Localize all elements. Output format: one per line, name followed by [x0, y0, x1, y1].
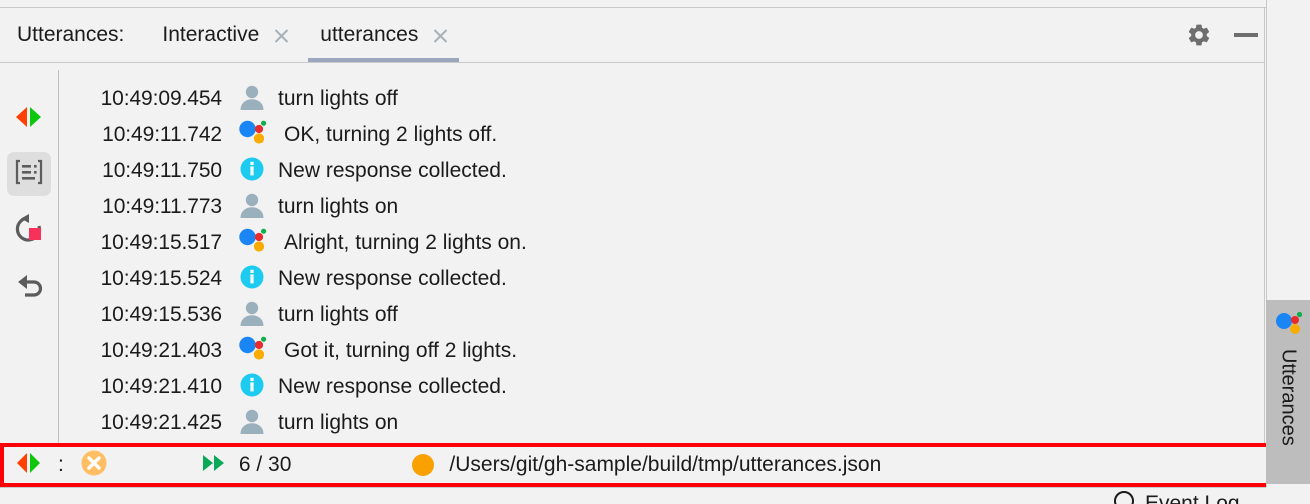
- undo-arrow-icon: [13, 270, 45, 305]
- log-row-timestamp: 10:49:09.454: [100, 87, 223, 110]
- log-row-timestamp: 10:49:11.742: [102, 123, 222, 146]
- utterances-tool-window: Utterances: Interactive utterances 10:49…: [0, 0, 1310, 504]
- log-row-icon: [237, 264, 267, 295]
- log-row-icon: [237, 408, 267, 439]
- minimize-icon[interactable]: [1234, 33, 1258, 37]
- rerun-with-stop-icon: [13, 213, 45, 249]
- log-row[interactable]: 10:49:21.403 Got it, turning off 2 light…: [59, 333, 1265, 369]
- assistant-icon: [237, 227, 267, 260]
- show-console-button[interactable]: [7, 152, 51, 196]
- bottom-status-strip: Event Log: [0, 487, 1310, 504]
- status-nav-segment[interactable]: :: [14, 449, 108, 482]
- status-progress-label: 6 / 30: [238, 453, 292, 476]
- log-row[interactable]: 10:49:21.410 New response collected.: [59, 369, 1265, 405]
- log-row-icon: [237, 84, 267, 115]
- status-separator: :: [58, 453, 64, 476]
- info-icon: [239, 156, 265, 187]
- sidebar-item-utterances[interactable]: Utterances: [1266, 300, 1310, 484]
- log-row[interactable]: 10:49:15.536 turn lights off: [59, 297, 1265, 333]
- log-row-timestamp: 10:49:11.773: [102, 195, 222, 218]
- info-icon: [239, 264, 265, 295]
- log-row-message: New response collected.: [278, 267, 507, 290]
- log-row-timestamp: 10:49:15.524: [100, 267, 223, 290]
- info-icon: [239, 372, 265, 403]
- log-row-icon: [237, 192, 267, 223]
- log-row-timestamp: 10:49:21.403: [100, 339, 223, 362]
- person-icon: [238, 84, 266, 115]
- log-row-timestamp: 10:49:21.425: [100, 411, 223, 434]
- log-row-message: turn lights off: [278, 87, 398, 110]
- person-icon: [238, 408, 266, 439]
- log-row-timestamp: 10:49:21.410: [100, 375, 223, 398]
- log-row-message: turn lights on: [278, 411, 399, 434]
- utterance-log-list[interactable]: 10:49:09.454 turn lights off 10:49:11.742…: [59, 63, 1265, 444]
- status-file-segment[interactable]: /Users/git/gh-sample/build/tmp/utterance…: [412, 453, 881, 477]
- right-tool-sidebar: Utterances: [1266, 0, 1310, 504]
- bottom-divider: [0, 487, 1266, 488]
- log-row-timestamp: 10:49:15.517: [100, 231, 223, 254]
- person-icon: [238, 192, 266, 223]
- log-row[interactable]: 10:49:09.454 turn lights off: [59, 81, 1265, 117]
- status-file-path: /Users/git/gh-sample/build/tmp/utterance…: [449, 453, 882, 476]
- log-right-divider: [1264, 63, 1265, 444]
- status-progress-segment[interactable]: 6 / 30: [199, 452, 292, 479]
- close-icon[interactable]: [432, 27, 449, 44]
- log-row-message: New response collected.: [278, 375, 507, 398]
- tab-interactive-label: Interactive: [162, 23, 260, 46]
- left-right-arrows-icon[interactable]: [14, 451, 44, 480]
- tab-bar: Utterances: Interactive utterances: [0, 8, 1265, 62]
- log-row-icon: [237, 372, 267, 403]
- log-row[interactable]: 10:49:11.750 New response collected.: [59, 153, 1265, 189]
- left-toolbar: [0, 63, 58, 444]
- panel-title: Utterances:: [17, 23, 125, 46]
- event-log-button[interactable]: Event Log: [1113, 490, 1240, 504]
- tab-utterances-label: utterances: [320, 23, 419, 46]
- log-row-message: New response collected.: [278, 159, 507, 182]
- log-row[interactable]: 10:49:15.524 New response collected.: [59, 261, 1265, 297]
- status-bar: : 6 / 30 /Users/git/gh-sample/build/tmp/…: [4, 447, 1302, 483]
- tabbar-right-divider: [1264, 8, 1265, 62]
- log-row-message: OK, turning 2 lights off.: [284, 123, 498, 146]
- log-row[interactable]: 10:49:15.517 Alright, turning 2 lights o…: [59, 225, 1265, 261]
- undo-button[interactable]: [7, 265, 51, 309]
- log-row-timestamp: 10:49:11.750: [102, 159, 222, 182]
- log-row-icon: [237, 300, 267, 331]
- close-icon[interactable]: [273, 27, 290, 44]
- circle-outline-icon: [1113, 490, 1135, 504]
- console-list-icon: [14, 158, 44, 191]
- window-buttons: [1186, 8, 1264, 62]
- left-right-arrows-icon: [13, 104, 45, 135]
- orange-dot-icon: [412, 454, 435, 476]
- event-log-label: Event Log: [1145, 491, 1240, 504]
- person-icon: [238, 300, 266, 331]
- log-row-message: Alright, turning 2 lights on.: [284, 231, 527, 254]
- assistant-icon: [237, 335, 267, 368]
- status-bar-highlight: : 6 / 30 /Users/git/gh-sample/build/tmp/…: [0, 443, 1306, 487]
- assistant-icon: [1274, 310, 1303, 341]
- gear-icon[interactable]: [1186, 22, 1212, 48]
- log-row-timestamp: 10:49:15.536: [100, 303, 223, 326]
- log-row[interactable]: 10:49:11.773 turn lights on: [59, 189, 1265, 225]
- sidebar-item-utterances-label: Utterances: [1277, 349, 1300, 446]
- log-row-message: Got it, turning off 2 lights.: [284, 339, 518, 362]
- assistant-icon: [237, 119, 267, 152]
- log-row[interactable]: 10:49:11.742 OK, turning 2 lights off.: [59, 117, 1265, 153]
- error-circle-x-icon[interactable]: [80, 449, 108, 482]
- log-row-icon: [237, 335, 267, 368]
- log-row[interactable]: 10:49:21.425 turn lights on: [59, 405, 1265, 441]
- log-row-message: turn lights on: [278, 195, 399, 218]
- prev-next-occurrence-button[interactable]: [7, 97, 51, 141]
- log-row-icon: [237, 227, 267, 260]
- log-row-icon: [237, 119, 267, 152]
- double-chevron-right-icon: [199, 452, 229, 479]
- log-row-message: turn lights off: [278, 303, 398, 326]
- tab-utterances[interactable]: utterances: [304, 8, 463, 62]
- rerun-stop-button[interactable]: [7, 209, 51, 253]
- log-row-icon: [237, 156, 267, 187]
- tab-interactive[interactable]: Interactive: [146, 8, 304, 62]
